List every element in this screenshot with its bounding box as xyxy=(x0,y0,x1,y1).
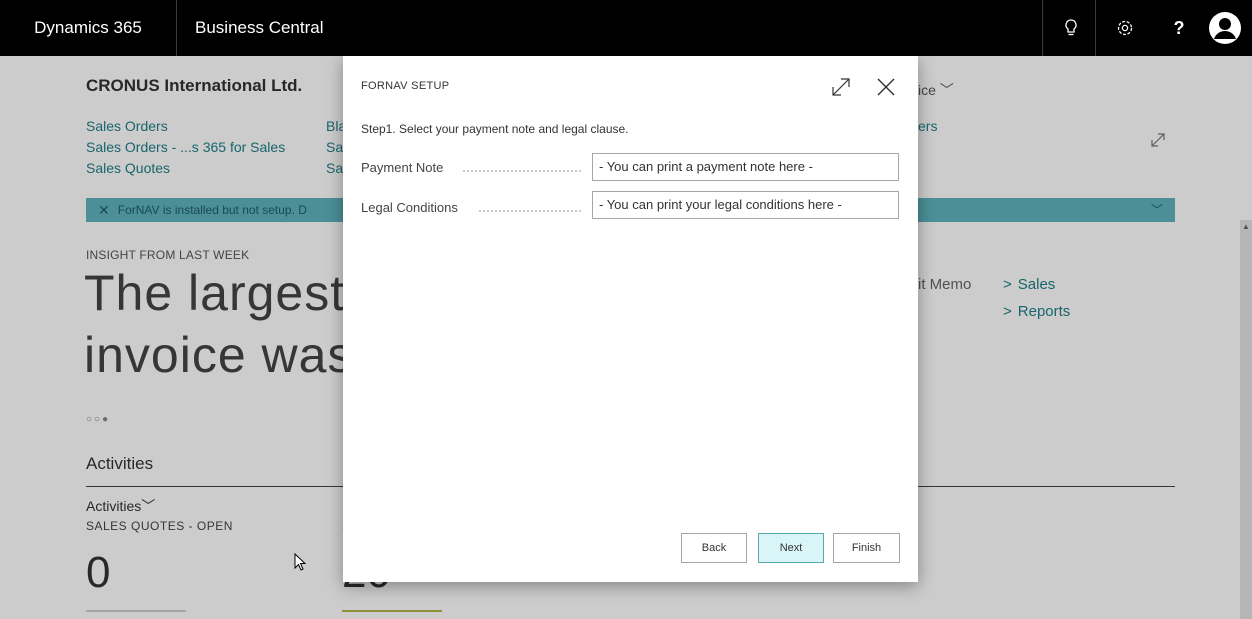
lightbulb-icon[interactable] xyxy=(1044,0,1098,56)
payment-note-label: Payment Note xyxy=(361,160,444,175)
dialog-title: FORNAV SETUP xyxy=(361,80,450,92)
mouse-pointer-icon xyxy=(294,552,307,576)
back-button[interactable]: Back xyxy=(681,533,747,563)
product-label[interactable]: Business Central xyxy=(177,0,324,56)
payment-note-leader xyxy=(463,170,581,172)
legal-conditions-leader xyxy=(479,210,581,212)
dialog-step-text: Step1. Select your payment note and lega… xyxy=(361,122,629,136)
close-icon[interactable] xyxy=(875,76,897,103)
payment-note-field[interactable]: - You can print a payment note here - xyxy=(592,153,899,181)
finish-button[interactable]: Finish xyxy=(833,533,900,563)
topbar-separator xyxy=(1095,0,1096,56)
user-avatar-icon[interactable] xyxy=(1198,0,1252,56)
topbar-separator xyxy=(1042,0,1043,56)
next-button[interactable]: Next xyxy=(758,533,824,563)
legal-conditions-label: Legal Conditions xyxy=(361,200,458,215)
top-navigation-bar: Dynamics 365 Business Central ? xyxy=(0,0,1252,56)
fornav-setup-dialog: FORNAV SETUP Step1. Select your payment … xyxy=(343,56,918,582)
brand-label[interactable]: Dynamics 365 xyxy=(0,0,177,56)
expand-icon[interactable] xyxy=(830,76,852,103)
gear-icon[interactable] xyxy=(1098,0,1152,56)
legal-conditions-field[interactable]: - You can print your legal conditions he… xyxy=(592,191,899,219)
